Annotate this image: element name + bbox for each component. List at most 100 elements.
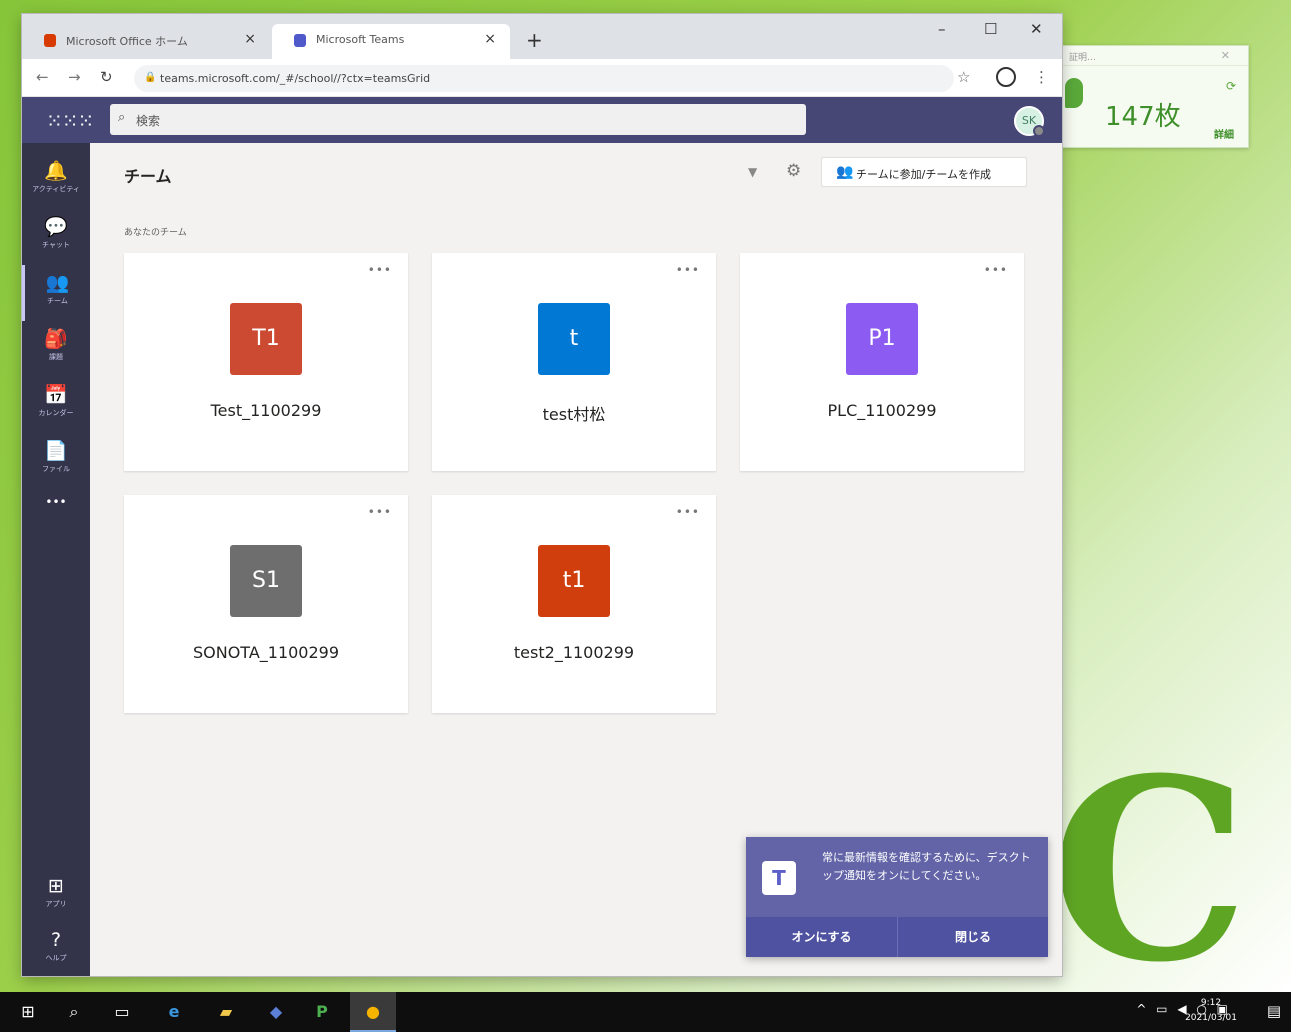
rail-label: 課題 <box>49 353 63 361</box>
rail-item-apps[interactable]: ⊞ アプリ <box>22 869 90 925</box>
more-options-icon[interactable]: ••• <box>984 263 1008 277</box>
page-title: チーム <box>124 167 172 186</box>
widget-close-icon[interactable]: ✕ <box>1221 49 1230 62</box>
teams-app: ⁙⁙⁙ ⌕ 検索 SK 🔔 アクティビティ 💬 チャット 👥 チーム 🎒 課題 … <box>22 97 1062 976</box>
teams-icon <box>294 34 306 47</box>
chat-icon: 💬 <box>44 216 68 238</box>
rail-item-files[interactable]: 📄 ファイル <box>22 433 90 489</box>
team-name: test村松 <box>542 405 606 424</box>
browser-window: Microsoft Office ホーム × Microsoft Teams ×… <box>22 14 1062 976</box>
rail-item-calendar[interactable]: 📅 カレンダー <box>22 377 90 433</box>
more-options-icon[interactable]: ••• <box>368 505 392 519</box>
tab-teams[interactable]: Microsoft Teams × <box>272 24 510 59</box>
rail-item-assignments[interactable]: 🎒 課題 <box>22 321 90 377</box>
tab-label: Microsoft Teams <box>316 33 405 46</box>
enable-notifications-button[interactable]: オンにする <box>746 917 897 957</box>
bookmark-star-icon[interactable]: ☆ <box>957 68 970 86</box>
start-icon[interactable]: ⊞ <box>16 1000 40 1024</box>
clock-time: 9:12 <box>1200 998 1222 1008</box>
store-icon[interactable]: ◆ <box>264 1000 288 1024</box>
app-bar: 🔔 アクティビティ 💬 チャット 👥 チーム 🎒 課題 📅 カレンダー 📄 ファ… <box>22 143 90 976</box>
team-card[interactable]: ••• S1 SONOTA_1100299 <box>124 495 408 713</box>
app-icon[interactable]: P <box>310 1000 334 1024</box>
chrome-icon[interactable]: ● <box>350 992 396 1032</box>
team-avatar: t <box>538 303 610 375</box>
team-name: Test_1100299 <box>210 401 322 420</box>
rail-item-chat[interactable]: 💬 チャット <box>22 209 90 265</box>
rail-item-more[interactable]: ••• <box>22 489 90 545</box>
search-placeholder: 検索 <box>136 114 161 128</box>
apps-icon: ⊞ <box>48 875 64 897</box>
reload-icon[interactable]: ↻ <box>100 68 113 86</box>
new-tab-button[interactable]: + <box>526 28 543 52</box>
tab-strip: Microsoft Office ホーム × Microsoft Teams ×… <box>22 14 1062 59</box>
team-card[interactable]: ••• t1 test2_1100299 <box>432 495 716 713</box>
profile-icon[interactable] <box>996 67 1016 87</box>
avatar-initials: SK <box>1021 114 1037 127</box>
more-options-icon[interactable]: ••• <box>676 505 700 519</box>
explorer-icon[interactable]: ▰ <box>214 1000 238 1024</box>
bell-icon: 🔔 <box>44 160 68 182</box>
team-name: SONOTA_1100299 <box>192 643 340 662</box>
gear-icon[interactable]: ⚙ <box>786 161 801 181</box>
teams-icon: 👥 <box>45 272 70 294</box>
team-avatar: P1 <box>846 303 918 375</box>
rail-label: ヘルプ <box>45 954 67 962</box>
rail-label: カレンダー <box>38 409 74 417</box>
search-icon: ⌕ <box>118 110 126 125</box>
help-icon: ? <box>50 929 62 951</box>
back-icon[interactable]: ← <box>36 68 49 86</box>
rail-item-teams[interactable]: 👥 チーム <box>22 265 90 321</box>
team-card[interactable]: ••• T1 Test_1100299 <box>124 253 408 471</box>
app-launcher-icon[interactable]: ⁙⁙⁙ <box>46 109 94 133</box>
close-tab-icon[interactable]: × <box>244 31 256 47</box>
office-icon <box>44 34 56 47</box>
avatar[interactable]: SK <box>1014 106 1045 137</box>
tab-label: Microsoft Office ホーム <box>66 35 188 48</box>
close-toast-button[interactable]: 閉じる <box>897 917 1048 957</box>
rail-label: チーム <box>47 297 68 305</box>
team-card[interactable]: ••• P1 PLC_1100299 <box>740 253 1024 471</box>
widget-title: 証明… <box>1069 53 1097 63</box>
tab-office-home[interactable]: Microsoft Office ホーム × <box>22 24 270 59</box>
address-bar: ← → ↻ 🔒 teams.microsoft.com/_#/school//?… <box>22 59 1062 97</box>
rail-item-activity[interactable]: 🔔 アクティビティ <box>22 153 90 209</box>
edge-icon[interactable]: e <box>162 1000 186 1024</box>
team-card[interactable]: ••• t test村松 <box>432 253 716 471</box>
rail-item-help[interactable]: ? ヘルプ <box>22 923 90 979</box>
filter-icon[interactable]: ▼ <box>748 165 757 179</box>
clock[interactable]: 9:12 2021/03/01 <box>1181 996 1241 1026</box>
windows-taskbar: ⊞ ⌕ ▭ e ▰ ◆ P ● ^ ▭ ◀ ○ ▣ 9:12 2021/03/0… <box>0 992 1291 1032</box>
minimize-button[interactable]: – <box>938 20 946 38</box>
widget-detail-link[interactable]: 詳細 <box>1214 126 1234 141</box>
more-icon: ••• <box>45 495 67 509</box>
calendar-icon: 📅 <box>44 384 68 406</box>
widget-titlebar: 証明… ✕ <box>1063 46 1248 66</box>
search-icon[interactable]: ⌕ <box>62 1000 86 1024</box>
teams-logo-icon: T <box>762 861 796 895</box>
more-options-icon[interactable]: ••• <box>368 263 392 277</box>
maximize-button[interactable]: ☐ <box>984 20 997 38</box>
wallpaper-letter: C <box>1050 723 1249 992</box>
team-avatar: T1 <box>230 303 302 375</box>
close-tab-icon[interactable]: × <box>484 31 496 47</box>
refresh-icon[interactable]: ⟳ <box>1226 79 1236 93</box>
rail-label: アクティビティ <box>32 185 80 193</box>
join-create-team-button[interactable]: 👥 チームに参加/チームを作成 <box>821 157 1027 187</box>
add-team-icon: 👥 <box>836 164 854 180</box>
presence-icon <box>1033 125 1045 137</box>
team-avatar: t1 <box>538 545 610 617</box>
search-input[interactable]: ⌕ 検索 <box>110 104 806 135</box>
more-options-icon[interactable]: ••• <box>676 263 700 277</box>
url-input[interactable]: 🔒 teams.microsoft.com/_#/school//?ctx=te… <box>134 65 954 92</box>
join-button-label: チームに参加/チームを作成 <box>856 168 992 181</box>
menu-kebab-icon[interactable]: ⋮ <box>1034 68 1049 86</box>
close-window-button[interactable]: ✕ <box>1030 20 1043 38</box>
team-name: PLC_1100299 <box>827 401 937 420</box>
forward-icon[interactable]: → <box>68 68 81 86</box>
task-view-icon[interactable]: ▭ <box>110 1000 134 1024</box>
leaf-icon <box>1065 78 1083 108</box>
desktop-widget[interactable]: 証明… ✕ ⟳ 147枚 詳細 <box>1062 45 1249 148</box>
notifications-icon[interactable]: ▤ <box>1267 1002 1281 1020</box>
clock-date: 2021/03/01 <box>1185 1013 1237 1023</box>
